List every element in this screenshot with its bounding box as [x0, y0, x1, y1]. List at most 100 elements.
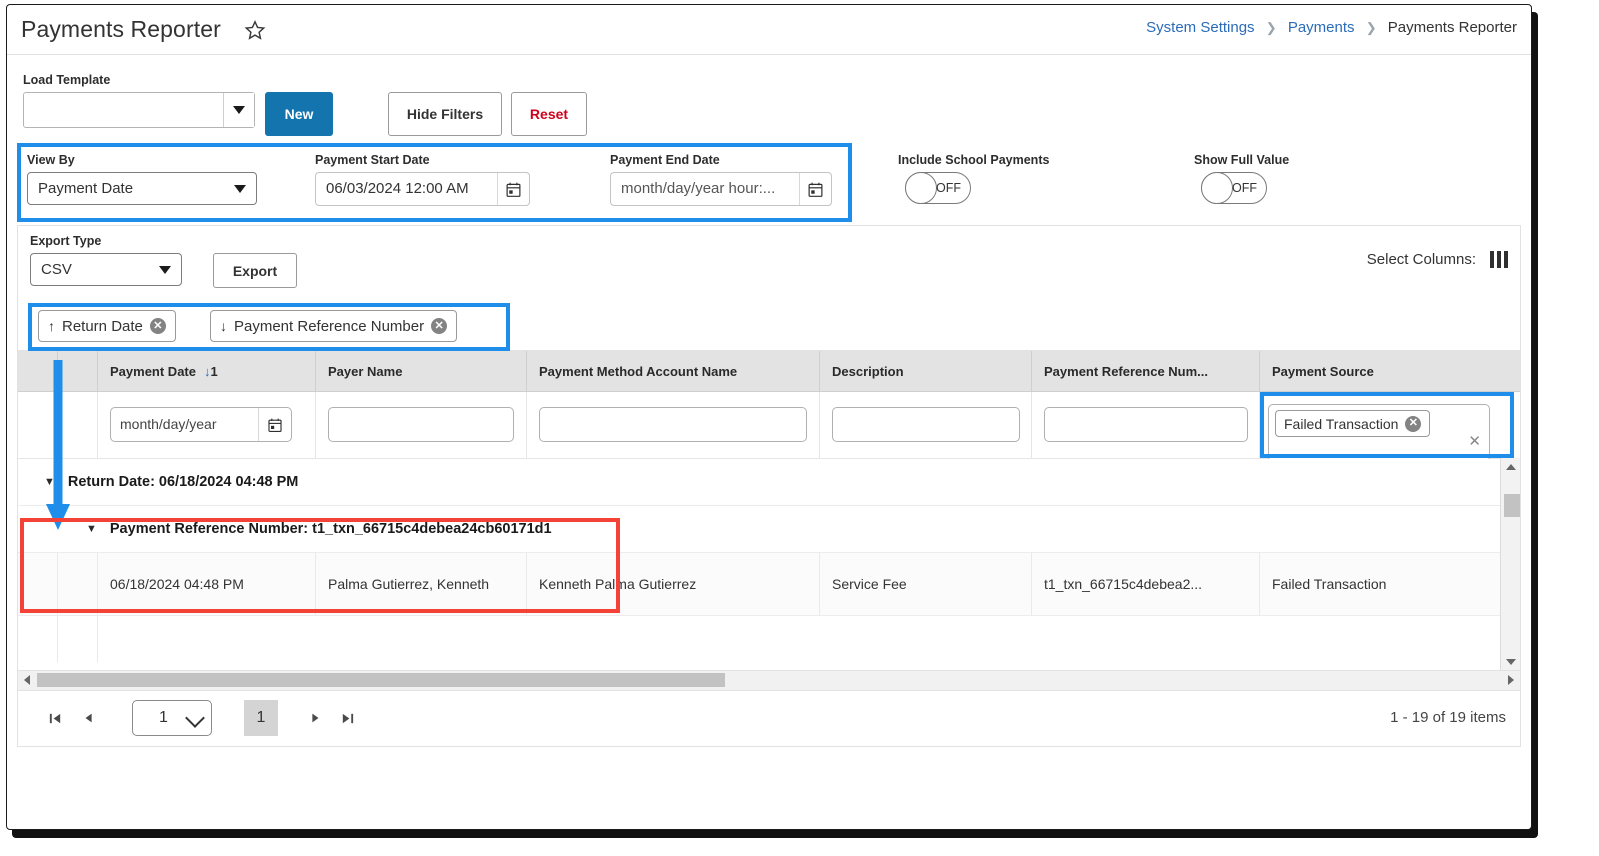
hide-filters-button[interactable]: Hide Filters: [388, 92, 502, 136]
scroll-left-icon[interactable]: [18, 671, 36, 689]
columns-icon[interactable]: [1490, 251, 1508, 268]
horizontal-scroll-thumb[interactable]: [37, 673, 725, 687]
include-school-payments-state: OFF: [936, 181, 961, 195]
breadcrumb: System Settings ❯ Payments ❯ Payments Re…: [1146, 19, 1517, 36]
payment-method-account-name-filter-input[interactable]: [539, 407, 807, 442]
page-size-select[interactable]: 1: [132, 700, 212, 736]
column-header-payer-name[interactable]: Payer Name: [316, 351, 527, 391]
payment-end-date-input[interactable]: month/day/year hour:...: [610, 172, 832, 206]
sort-desc-icon: ↓: [220, 318, 227, 334]
breadcrumb-item-payments[interactable]: Payments: [1288, 19, 1355, 36]
export-type-value: CSV: [41, 261, 72, 278]
row-spacer-2: [58, 553, 98, 615]
grid-header-spacer-2: [58, 351, 98, 391]
page-last-icon[interactable]: [336, 707, 358, 729]
column-header-description[interactable]: Description: [820, 351, 1032, 391]
page-next-icon[interactable]: [304, 707, 326, 729]
title-bar: Payments Reporter System Settings ❯ Paym…: [7, 5, 1531, 55]
view-by-label: View By: [27, 153, 75, 167]
calendar-icon[interactable]: [799, 173, 831, 205]
export-type-select[interactable]: CSV: [30, 253, 182, 286]
grid-horizontal-scrollbar[interactable]: [17, 671, 1521, 691]
show-full-value-state: OFF: [1232, 181, 1257, 195]
select-columns-label: Select Columns:: [1366, 251, 1476, 268]
column-header-label: Payer Name: [328, 363, 403, 379]
page-first-icon[interactable]: [44, 707, 66, 729]
grid-header-row: Payment Date ↓1 Payer Name Payment Metho…: [18, 351, 1520, 392]
template-toolbar: Load Template New Hide Filters Reset: [7, 55, 1531, 143]
column-header-label: Payment Date: [110, 363, 196, 379]
vertical-scroll-thumb[interactable]: [1504, 494, 1520, 517]
select-columns-control[interactable]: Select Columns:: [1367, 251, 1508, 268]
column-header-label: Payment Source: [1272, 363, 1374, 379]
show-full-value-toggle[interactable]: OFF: [1201, 172, 1267, 204]
calendar-icon[interactable]: [497, 173, 529, 205]
grid-filter-spacer-1: [18, 392, 58, 458]
export-type-label: Export Type: [30, 234, 102, 248]
row-spacer-1: [18, 553, 58, 615]
payment-start-date-value: 06/03/2024 12:00 AM: [326, 180, 469, 197]
sort-chip-bar: ↑ Return Date ✕ ↓ Payment Reference Numb…: [17, 303, 1521, 351]
column-header-label: Payment Method Account Name: [539, 363, 738, 379]
remove-circle-icon[interactable]: ✕: [1405, 415, 1422, 432]
row-empty-cell: [98, 616, 1514, 662]
payment-date-filter-input[interactable]: month/day/year: [110, 407, 292, 442]
export-button[interactable]: Export: [213, 253, 297, 288]
scroll-down-icon[interactable]: [1501, 653, 1520, 670]
column-header-payment-source[interactable]: Payment Source: [1260, 351, 1514, 391]
cell-payer-name: Palma Gutierrez, Kenneth: [316, 553, 527, 615]
row-spacer-2: [58, 616, 98, 662]
page-prev-icon[interactable]: [78, 707, 100, 729]
payer-name-filter-input[interactable]: [328, 407, 514, 442]
show-full-value-label: Show Full Value: [1194, 153, 1290, 167]
breadcrumb-item-current: Payments Reporter: [1387, 19, 1517, 36]
grid-filter-cell-payment-date: month/day/year: [98, 392, 316, 458]
chevron-down-icon[interactable]: ▼: [86, 523, 97, 535]
view-by-select[interactable]: Payment Date: [27, 172, 257, 205]
scroll-up-icon[interactable]: [1501, 458, 1520, 476]
payment-source-selected-chip[interactable]: Failed Transaction ✕: [1275, 410, 1431, 437]
scroll-right-icon[interactable]: [1502, 671, 1520, 689]
new-button[interactable]: New: [265, 92, 333, 136]
column-header-payment-date[interactable]: Payment Date ↓1: [98, 351, 316, 391]
reset-button[interactable]: Reset: [511, 92, 587, 136]
clear-x-icon[interactable]: ✕: [1468, 432, 1481, 450]
group-row-payment-reference-number[interactable]: ▼ Payment Reference Number: t1_txn_66715…: [18, 506, 1520, 553]
breadcrumb-item-system-settings[interactable]: System Settings: [1146, 19, 1254, 36]
include-school-payments-toggle[interactable]: OFF: [905, 172, 971, 204]
row-spacer-1: [18, 616, 58, 662]
table-row[interactable]: 06/18/2024 04:48 PM Palma Gutierrez, Ken…: [18, 553, 1520, 616]
column-header-label: Description: [832, 363, 904, 379]
sort-chip-payment-reference-number[interactable]: ↓ Payment Reference Number ✕: [210, 310, 458, 342]
payment-start-date-label: Payment Start Date: [315, 153, 430, 167]
grid-vertical-scrollbar[interactable]: [1500, 458, 1520, 670]
column-header-payment-reference-number[interactable]: Payment Reference Num...: [1032, 351, 1260, 391]
calendar-icon[interactable]: [258, 408, 291, 441]
chevron-down-icon[interactable]: ▼: [44, 476, 55, 488]
load-template-select[interactable]: [23, 92, 255, 128]
group-row-return-date[interactable]: ▼ Return Date: 06/18/2024 04:48 PM: [18, 459, 1520, 506]
page-number-current[interactable]: 1: [244, 700, 278, 736]
payment-source-chip-label: Failed Transaction: [1284, 415, 1399, 432]
description-filter-input[interactable]: [832, 407, 1020, 442]
remove-circle-icon[interactable]: ✕: [431, 318, 448, 334]
column-header-label: Payment Reference Num...: [1044, 363, 1209, 379]
filter-strip: View By Payment Date Payment Start Date …: [7, 143, 1531, 225]
favorite-star-icon[interactable]: [244, 19, 266, 41]
export-panel: Export Type CSV Export Select Columns:: [17, 225, 1521, 303]
breadcrumb-separator-icon: ❯: [1365, 20, 1377, 35]
grid-pager: 1 1 1 - 19 of 19 items: [17, 691, 1521, 747]
pager-item-count: 1 - 19 of 19 items: [1390, 709, 1506, 726]
payment-start-date-input[interactable]: 06/03/2024 12:00 AM: [315, 172, 530, 206]
chevron-down-icon[interactable]: [223, 93, 254, 127]
chevron-down-icon: [234, 185, 246, 193]
sort-chip-return-date[interactable]: ↑ Return Date ✕: [38, 310, 176, 342]
payment-source-filter-multiselect[interactable]: Failed Transaction ✕ ✕: [1268, 404, 1490, 462]
sort-asc-icon: ↑: [48, 318, 55, 334]
column-header-payment-method-account-name[interactable]: Payment Method Account Name: [527, 351, 820, 391]
grid-filter-cell-payer-name: [316, 392, 527, 458]
payment-reference-number-filter-input[interactable]: [1044, 407, 1248, 442]
cell-payment-method-account-name: Kenneth Palma Gutierrez: [527, 553, 820, 615]
remove-circle-icon[interactable]: ✕: [149, 318, 166, 334]
payments-reporter-window: Payments Reporter System Settings ❯ Paym…: [6, 4, 1532, 830]
